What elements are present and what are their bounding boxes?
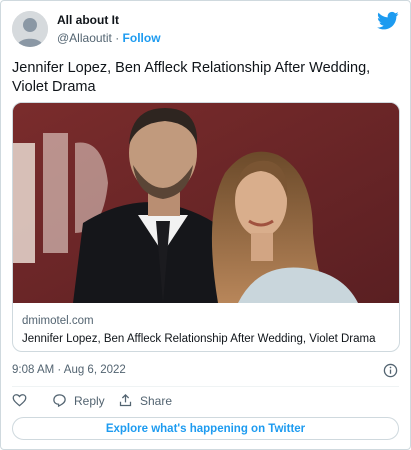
link-title: Jennifer Lopez, Ben Affleck Relationship… [22,333,376,345]
like-button[interactable] [12,393,34,407]
handle-separator: · [111,31,123,45]
share-label: Share [140,393,173,408]
author-handle[interactable]: @Allaoutit [57,31,112,45]
reply-label: Reply [74,393,105,408]
tweet-card: All about It @Allaoutit · Follow Jennife… [0,0,411,450]
share-button[interactable]: Share [118,393,172,408]
heart-icon [12,394,27,407]
divider [12,386,399,387]
link-preview-image[interactable] [13,103,399,303]
tweet-text: Jennifer Lopez, Ben Affleck Relationship… [12,60,371,95]
tweet-actions: Reply Share [12,393,312,411]
share-upload-icon [119,393,132,407]
twitter-bird-icon[interactable] [377,11,399,31]
tweet-header: All about It @Allaoutit · Follow [12,11,399,51]
reply-button[interactable]: Reply [52,393,105,408]
link-domain: dmimotel.com [22,315,94,327]
link-preview-card[interactable]: dmimotel.com Jennifer Lopez, Ben Affleck… [12,102,400,352]
follow-link[interactable]: Follow [123,31,161,45]
reply-bubble-icon [53,394,66,408]
info-icon[interactable] [383,363,398,378]
tweet-timestamp[interactable]: 9:08 AM · Aug 6, 2022 [12,364,126,376]
avatar[interactable] [12,11,48,47]
author-name[interactable]: All about It [57,13,119,27]
explore-twitter-button[interactable]: Explore what's happening on Twitter [12,417,399,440]
default-avatar-icon [12,11,48,47]
author-handle-row: @Allaoutit · Follow [57,31,161,45]
